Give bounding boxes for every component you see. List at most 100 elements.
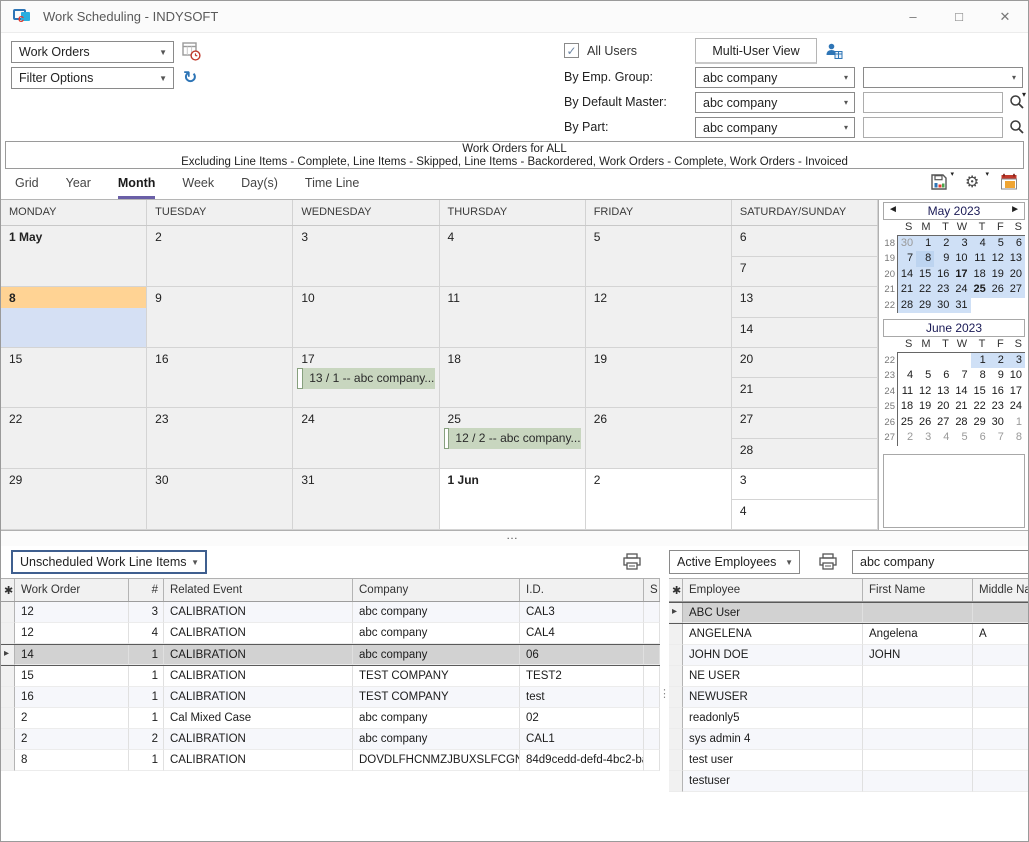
tab-month[interactable]: Month [118,176,155,199]
mini-day-cell[interactable]: 18 [971,267,989,283]
work-items-selector-dropdown[interactable]: Unscheduled Work Line Items ▼ [11,550,207,574]
mini-day-cell[interactable]: 9 [934,251,952,267]
mini-day-cell[interactable]: 27 [934,415,952,431]
mini-day-cell[interactable]: 12 [989,251,1007,267]
calendar-day-cell[interactable]: 18 [440,348,586,409]
mini-day-cell[interactable]: 5 [989,236,1007,252]
maximize-button[interactable]: □ [936,1,982,32]
work-item-row[interactable]: ▸141CALIBRATIONabc company06 [1,644,660,666]
calendar-day-cell[interactable]: 7 [732,256,877,286]
column-chooser-icon[interactable]: ✱ [1,579,15,601]
mini-day-cell[interactable]: 11 [971,251,989,267]
calendar-day-cell[interactable]: 2 [147,226,293,287]
work-item-row[interactable]: 123CALIBRATIONabc companyCAL3 [1,602,660,623]
refresh-icon[interactable]: ↻ [183,68,197,88]
mini-day-cell[interactable]: 3 [1007,353,1025,369]
mini-day-cell[interactable]: 25 [971,282,989,298]
employee-row[interactable]: testuser [669,771,1028,792]
minimize-button[interactable]: – [890,1,936,32]
mini-day-cell[interactable]: 6 [934,368,952,384]
mini-day-cell[interactable]: 5 [952,430,970,446]
calendar-event[interactable]: 12 / 2 -- abc company... [444,428,581,449]
column-header[interactable]: # [129,579,164,601]
mini-day-cell[interactable]: 19 [989,267,1007,283]
tab-grid[interactable]: Grid [15,176,39,199]
calendar-day-cell[interactable]: 2 [586,469,732,530]
mini-day-cell[interactable]: 8 [916,251,934,267]
calendar-day-cell[interactable]: 9 [147,287,293,348]
calendar-icon[interactable] [1000,173,1020,193]
mini-day-cell[interactable]: 16 [934,267,952,283]
next-month-icon[interactable]: ► [1010,204,1020,215]
calendar-day-cell[interactable]: 11 [440,287,586,348]
mini-day-cell[interactable]: 6 [971,430,989,446]
work-item-row[interactable]: 22CALIBRATIONabc companyCAL1 [1,729,660,750]
mini-day-cell[interactable]: 25 [898,415,916,431]
default-master-company-dropdown[interactable]: abc company ▾ [695,92,855,113]
mini-day-cell[interactable]: 27 [1007,282,1025,298]
mini-day-cell[interactable]: 10 [1007,368,1025,384]
mini-day-cell[interactable]: 22 [971,399,989,415]
mini-day-cell[interactable]: 8 [971,368,989,384]
calendar-day-cell[interactable]: 21 [732,377,877,407]
employee-row[interactable]: ANGELENAAngelenaA [669,624,1028,645]
calendar-day-cell[interactable]: 5 [586,226,732,287]
mini-day-cell[interactable]: 24 [952,282,970,298]
calendar-day-cell[interactable]: 4 [732,499,877,529]
employee-row[interactable]: readonly5 [669,708,1028,729]
mini-day-cell[interactable]: 29 [916,298,934,314]
work-item-row[interactable]: 21Cal Mixed Caseabc company02 [1,708,660,729]
by-part-company-dropdown[interactable]: abc company ▾ [695,117,855,138]
mini-day-cell[interactable]: 15 [971,384,989,400]
mini-day-cell[interactable]: 7 [898,251,916,267]
calendar-day-cell[interactable]: 14 [732,317,877,347]
calendar-day-cell[interactable]: 13 [732,287,877,317]
calendar-event[interactable]: 13 / 1 -- abc company... [297,368,434,389]
mini-day-cell[interactable]: 4 [898,368,916,384]
column-header[interactable]: First Name [863,579,973,601]
by-part-input[interactable] [863,117,1003,138]
employees-selector-dropdown[interactable]: Active Employees ▼ [669,550,800,574]
emp-group-value-dropdown[interactable]: ▾ [863,67,1023,88]
mini-day-cell[interactable]: 21 [952,399,970,415]
mini-day-cell[interactable]: 1 [916,236,934,252]
mini-day-cell[interactable]: 4 [934,430,952,446]
multi-user-view-button[interactable]: Multi-User View [695,38,817,64]
mini-day-cell[interactable]: 24 [1007,399,1025,415]
calendar-day-cell[interactable]: 30 [147,469,293,530]
employee-company-dropdown[interactable]: abc company ▾ [852,550,1028,574]
column-header[interactable]: Company [353,579,520,601]
search-icon[interactable] [1009,119,1025,135]
mini-day-cell[interactable]: 4 [971,236,989,252]
calendar-day-cell[interactable]: 23 [147,408,293,469]
calendar-day-cell[interactable]: 27 [732,408,877,438]
column-header[interactable]: Middle Na [973,579,1028,601]
tab-year[interactable]: Year [66,176,91,199]
tab-time-line[interactable]: Time Line [305,176,359,199]
column-header[interactable]: Related Event [164,579,353,601]
mini-day-cell[interactable]: 14 [898,267,916,283]
employee-row[interactable]: NEWUSER [669,687,1028,708]
calendar-day-cell[interactable]: 19 [586,348,732,409]
employee-row[interactable]: NE USER [669,666,1028,687]
print-icon[interactable] [622,553,642,571]
mini-day-cell[interactable]: 16 [989,384,1007,400]
calendar-day-cell[interactable]: 29 [1,469,147,530]
mini-day-cell[interactable]: 31 [952,298,970,314]
calendar-day-cell[interactable]: 8 [1,287,147,348]
mini-day-cell[interactable]: 28 [898,298,916,314]
mini-day-cell[interactable]: 13 [934,384,952,400]
column-header[interactable]: I.D. [520,579,644,601]
mini-day-cell[interactable]: 26 [916,415,934,431]
mini-day-cell[interactable]: 2 [934,236,952,252]
mini-day-cell[interactable]: 8 [1007,430,1025,446]
mini-day-cell[interactable]: 6 [1007,236,1025,252]
mini-day-cell[interactable]: 21 [898,282,916,298]
employee-row[interactable]: JOHN DOEJOHN [669,645,1028,666]
filter-options-dropdown[interactable]: Filter Options ▼ [11,67,174,89]
mini-day-cell[interactable]: 23 [989,399,1007,415]
calendar-day-cell[interactable]: 26 [586,408,732,469]
mini-day-cell[interactable]: 9 [989,368,1007,384]
calendar-day-cell[interactable]: 3 [732,469,877,499]
calendar-day-cell[interactable]: 3 [293,226,439,287]
